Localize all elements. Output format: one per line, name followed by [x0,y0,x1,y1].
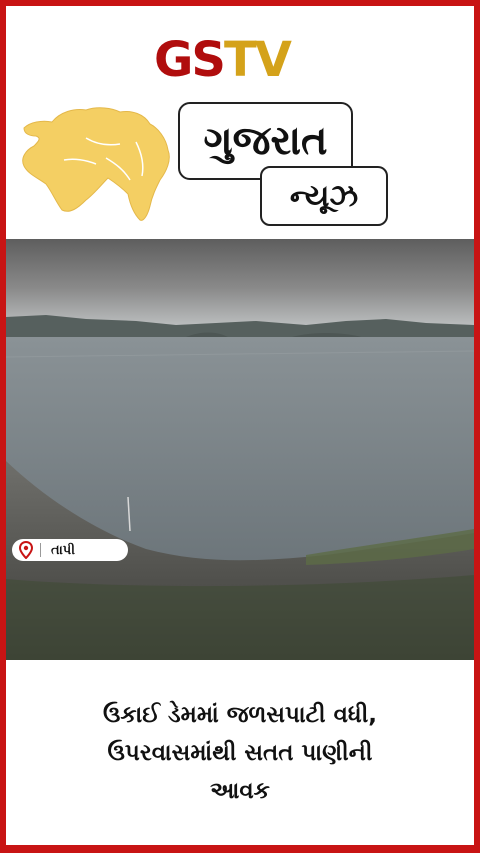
location-badge: તાપી [12,539,128,561]
location-pin-icon [16,539,36,561]
subtitle-text: ન્યૂઝ [289,178,359,214]
location-label: તાપી [51,542,75,558]
subtitle-box: ન્યૂઝ [260,166,388,226]
headline-line-1: ઉકાઈ ડેમમાં જળસપાટી વધી, [102,701,378,728]
headline-line-3: આવક [210,777,270,804]
logo-gs: GS [154,32,226,88]
gstv-logo: GSTV [154,36,292,84]
title-text: ગુજરાત [203,118,328,164]
dam-photo [6,239,474,660]
gujarat-map-icon [22,107,170,221]
news-card: GSTV ગુજરાત ન્યૂઝ તાપી ઉકાઈ ડેમમાં જળસપા… [6,6,474,845]
headline: ઉકાઈ ડેમમાં જળસપાટી વધી, ઉપરવાસમાંથી સતત… [6,660,474,845]
headline-line-2: ઉપરવાસમાંથી સતત પાણીની [107,739,373,766]
badge-divider [40,543,41,557]
logo-tv: TV [223,32,292,88]
header: GSTV ગુજરાત ન્યૂઝ [6,6,474,239]
